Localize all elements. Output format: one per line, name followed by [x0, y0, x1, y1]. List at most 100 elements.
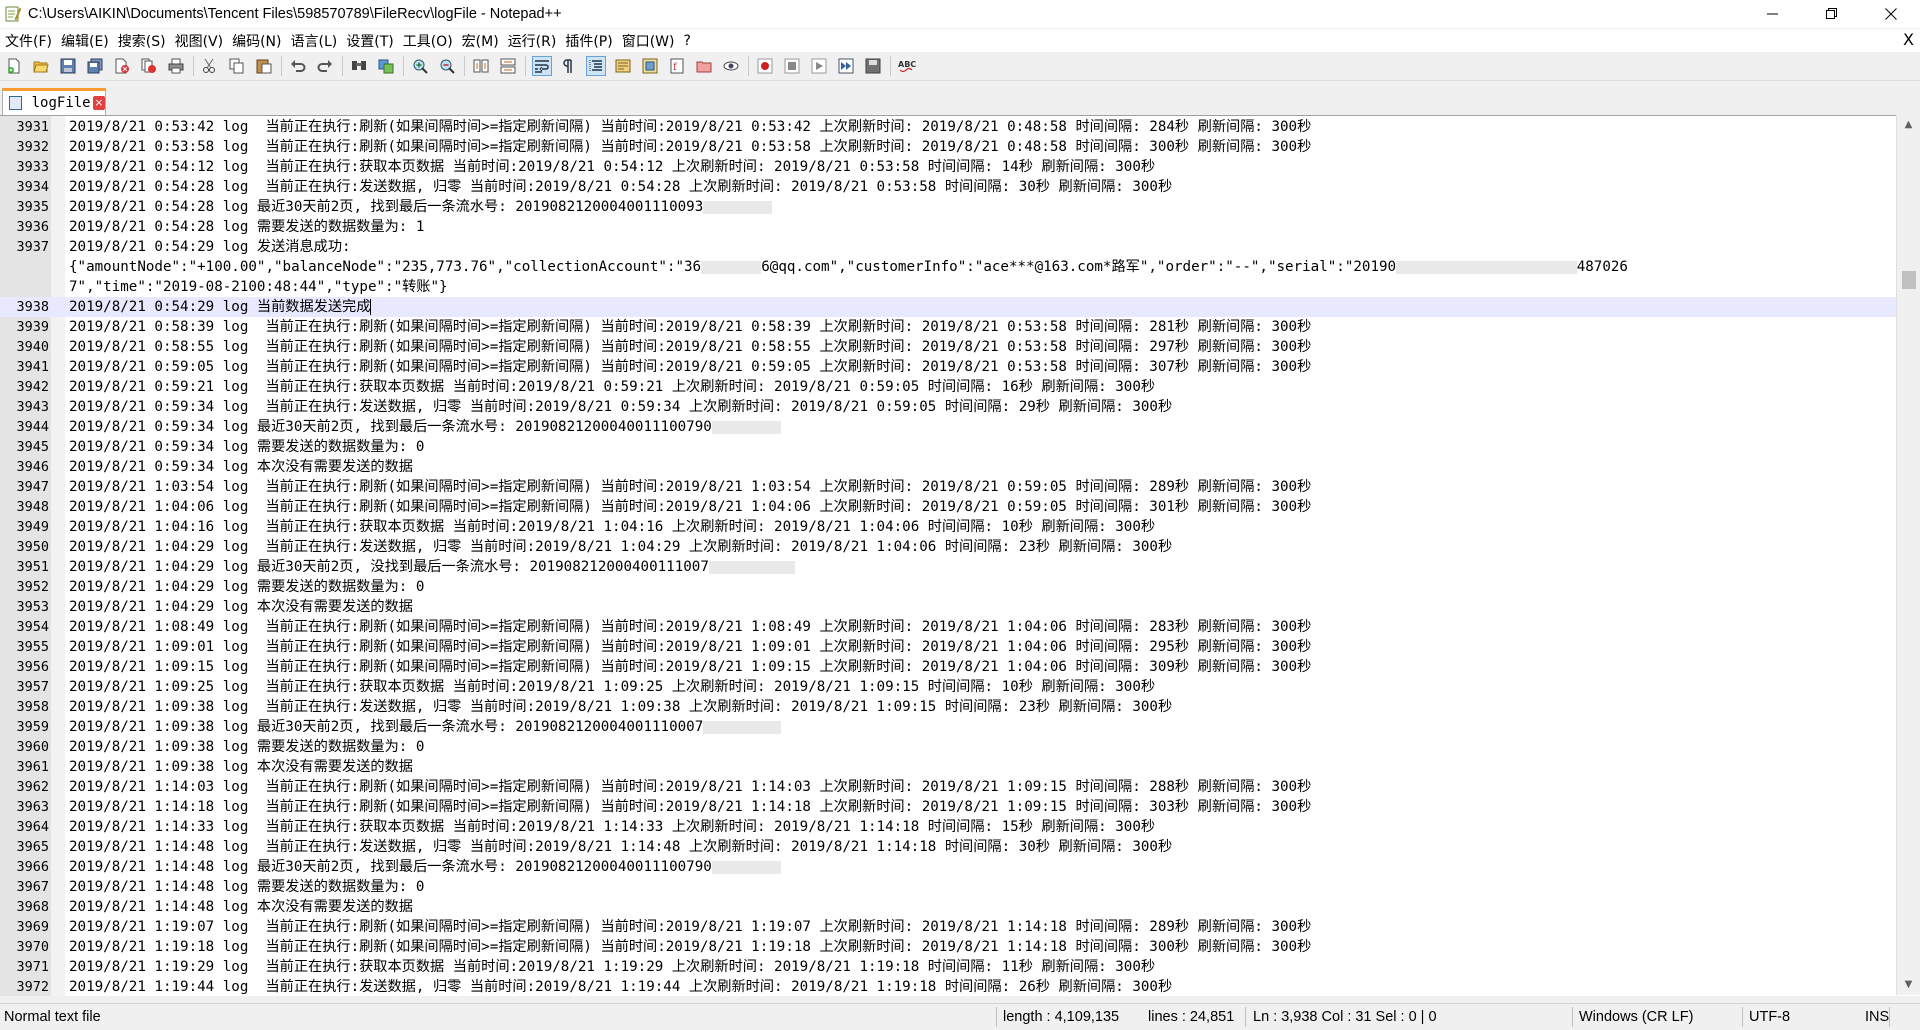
editor-line[interactable]: 3951 2019/8/21 1:04:29 log 最近30天前2页, 没找到最…	[0, 557, 1896, 577]
print-icon[interactable]	[166, 56, 186, 76]
status-insert-mode[interactable]: INS	[1865, 1004, 1889, 1030]
editor-line[interactable]: 3972 2019/8/21 1:19:44 log 当前正在执行:发送数据, 归…	[0, 977, 1896, 996]
editor-line[interactable]: 3968 2019/8/21 1:14:48 log 本次没有需要发送的数据	[0, 897, 1896, 917]
menu-tools[interactable]: 工具(O)	[398, 31, 457, 51]
editor-line[interactable]: 3933 2019/8/21 0:54:12 log 当前正在执行:获取本页数据 …	[0, 157, 1896, 177]
editor-line[interactable]: 3961 2019/8/21 1:09:38 log 本次没有需要发送的数据	[0, 757, 1896, 777]
indent-guide-icon[interactable]	[586, 56, 606, 76]
find-icon[interactable]	[349, 56, 369, 76]
editor-line[interactable]: 3945 2019/8/21 0:59:34 log 需要发送的数据数量为: 0	[0, 437, 1896, 457]
redo-icon[interactable]	[315, 56, 335, 76]
save-all-icon[interactable]	[85, 56, 105, 76]
sync-vertical-icon[interactable]	[471, 56, 491, 76]
tab-close-icon[interactable]: ×	[92, 96, 105, 110]
save-macro-icon[interactable]	[863, 56, 883, 76]
editor-line[interactable]: 3960 2019/8/21 1:09:38 log 需要发送的数据数量为: 0	[0, 737, 1896, 757]
close-document-button[interactable]: X	[1903, 30, 1914, 49]
word-wrap-icon[interactable]	[532, 56, 552, 76]
undo-icon[interactable]	[288, 56, 308, 76]
editor-line[interactable]: 3967 2019/8/21 1:14:48 log 需要发送的数据数量为: 0	[0, 877, 1896, 897]
stop-macro-icon[interactable]	[782, 56, 802, 76]
editor-line[interactable]: 3948 2019/8/21 1:04:06 log 当前正在执行:刷新(如果间隔…	[0, 497, 1896, 517]
editor-line[interactable]: {"amountNode":"+100.00","balanceNode":"2…	[0, 257, 1896, 277]
folder-as-workspace-icon[interactable]	[694, 56, 714, 76]
editor-line[interactable]: 3941 2019/8/21 0:59:05 log 当前正在执行:刷新(如果间隔…	[0, 357, 1896, 377]
editor-line[interactable]: 3962 2019/8/21 1:14:03 log 当前正在执行:刷新(如果间隔…	[0, 777, 1896, 797]
editor-line[interactable]: 3957 2019/8/21 1:09:25 log 当前正在执行:获取本页数据 …	[0, 677, 1896, 697]
editor-line[interactable]: 3944 2019/8/21 0:59:34 log 最近30天前2页, 找到最后…	[0, 417, 1896, 437]
zoom-out-icon[interactable]	[437, 56, 457, 76]
close-all-icon[interactable]	[139, 56, 159, 76]
new-file-icon[interactable]	[4, 56, 24, 76]
save-icon[interactable]	[58, 56, 78, 76]
editor-line[interactable]: 3952 2019/8/21 1:04:29 log 需要发送的数据数量为: 0	[0, 577, 1896, 597]
editor-line[interactable]: 3969 2019/8/21 1:19:07 log 当前正在执行:刷新(如果间隔…	[0, 917, 1896, 937]
menu-language[interactable]: 语言(L)	[286, 31, 342, 51]
editor-line[interactable]: 3947 2019/8/21 1:03:54 log 当前正在执行:刷新(如果间隔…	[0, 477, 1896, 497]
editor-line[interactable]: 3953 2019/8/21 1:04:29 log 本次没有需要发送的数据	[0, 597, 1896, 617]
scroll-down-arrow-icon[interactable]: ▼	[1897, 975, 1920, 995]
editor-line[interactable]: 3938 2019/8/21 0:54:29 log 当前数据发送完成	[0, 297, 1896, 317]
editor-line[interactable]: 3937 2019/8/21 0:54:29 log 发送消息成功:	[0, 237, 1896, 257]
play-macro-icon[interactable]	[809, 56, 829, 76]
paste-icon[interactable]	[254, 56, 274, 76]
editor-line[interactable]: 3958 2019/8/21 1:09:38 log 当前正在执行:发送数据, 归…	[0, 697, 1896, 717]
editor-line[interactable]: 3939 2019/8/21 0:58:39 log 当前正在执行:刷新(如果间隔…	[0, 317, 1896, 337]
editor-line[interactable]: 3954 2019/8/21 1:08:49 log 当前正在执行:刷新(如果间隔…	[0, 617, 1896, 637]
editor-line[interactable]: 3964 2019/8/21 1:14:33 log 当前正在执行:获取本页数据 …	[0, 817, 1896, 837]
close-window-button[interactable]	[1861, 0, 1920, 28]
copy-icon[interactable]	[227, 56, 247, 76]
monitoring-eye-icon[interactable]	[721, 56, 741, 76]
editor-line[interactable]: 3932 2019/8/21 0:53:58 log 当前正在执行:刷新(如果间隔…	[0, 137, 1896, 157]
menu-settings[interactable]: 设置(T)	[341, 31, 397, 51]
menu-encoding[interactable]: 编码(N)	[227, 31, 285, 51]
minimize-button[interactable]	[1743, 0, 1802, 28]
menu-run[interactable]: 运行(R)	[503, 31, 561, 51]
menu-edit[interactable]: 编辑(E)	[56, 31, 113, 51]
editor-line[interactable]: 3956 2019/8/21 1:09:15 log 当前正在执行:刷新(如果间隔…	[0, 657, 1896, 677]
status-eol[interactable]: Windows (CR LF)	[1579, 1004, 1693, 1030]
menu-macro[interactable]: 宏(M)	[457, 31, 503, 51]
editor-line[interactable]: 3955 2019/8/21 1:09:01 log 当前正在执行:刷新(如果间隔…	[0, 637, 1896, 657]
tab-logfile[interactable]: logFile ×	[2, 88, 106, 115]
open-file-icon[interactable]	[31, 56, 51, 76]
user-defined-language-icon[interactable]	[613, 56, 633, 76]
editor-line[interactable]: 3935 2019/8/21 0:54:28 log 最近30天前2页, 找到最后…	[0, 197, 1896, 217]
run-macro-multiple-icon[interactable]	[836, 56, 856, 76]
scroll-thumb[interactable]	[1902, 271, 1916, 289]
editor-line[interactable]: 7","time":"2019-08-2100:48:44","type":"转…	[0, 277, 1896, 297]
menu-file[interactable]: 文件(F)	[0, 31, 56, 51]
restore-button[interactable]	[1802, 0, 1861, 28]
menu-plugins[interactable]: 插件(P)	[560, 31, 616, 51]
editor-line[interactable]: 3940 2019/8/21 0:58:55 log 当前正在执行:刷新(如果间隔…	[0, 337, 1896, 357]
editor-line[interactable]: 3943 2019/8/21 0:59:34 log 当前正在执行:发送数据, 归…	[0, 397, 1896, 417]
spell-check-icon[interactable]: ABC	[897, 56, 917, 76]
editor-line[interactable]: 3949 2019/8/21 1:04:16 log 当前正在执行:获取本页数据 …	[0, 517, 1896, 537]
text-editor[interactable]: 3931 2019/8/21 0:53:42 log 当前正在执行:刷新(如果间隔…	[0, 115, 1920, 996]
editor-line[interactable]: 3963 2019/8/21 1:14:18 log 当前正在执行:刷新(如果间隔…	[0, 797, 1896, 817]
cut-icon[interactable]	[200, 56, 220, 76]
sync-horizontal-icon[interactable]	[498, 56, 518, 76]
zoom-in-icon[interactable]	[410, 56, 430, 76]
show-all-characters-icon[interactable]	[559, 56, 579, 76]
editor-line[interactable]: 3942 2019/8/21 0:59:21 log 当前正在执行:获取本页数据 …	[0, 377, 1896, 397]
menu-search[interactable]: 搜索(S)	[113, 31, 170, 51]
status-encoding[interactable]: UTF-8	[1749, 1004, 1790, 1030]
editor-line[interactable]: 3959 2019/8/21 1:09:38 log 最近30天前2页, 找到最后…	[0, 717, 1896, 737]
menu-help[interactable]: ?	[679, 33, 695, 49]
editor-line[interactable]: 3965 2019/8/21 1:14:48 log 当前正在执行:发送数据, 归…	[0, 837, 1896, 857]
document-map-icon[interactable]	[640, 56, 660, 76]
vertical-scrollbar[interactable]: ▲ ▼	[1896, 115, 1920, 995]
editor-line[interactable]: 3966 2019/8/21 1:14:48 log 最近30天前2页, 找到最后…	[0, 857, 1896, 877]
close-file-icon[interactable]	[112, 56, 132, 76]
editor-line[interactable]: 3934 2019/8/21 0:54:28 log 当前正在执行:发送数据, 归…	[0, 177, 1896, 197]
function-list-icon[interactable]: f	[667, 56, 687, 76]
editor-line[interactable]: 3936 2019/8/21 0:54:28 log 需要发送的数据数量为: 1	[0, 217, 1896, 237]
editor-line[interactable]: 3931 2019/8/21 0:53:42 log 当前正在执行:刷新(如果间隔…	[0, 117, 1896, 137]
record-macro-icon[interactable]	[755, 56, 775, 76]
scroll-up-arrow-icon[interactable]: ▲	[1897, 115, 1920, 135]
editor-line[interactable]: 3971 2019/8/21 1:19:29 log 当前正在执行:获取本页数据 …	[0, 957, 1896, 977]
editor-line[interactable]: 3970 2019/8/21 1:19:18 log 当前正在执行:刷新(如果间隔…	[0, 937, 1896, 957]
replace-icon[interactable]	[376, 56, 396, 76]
editor-line[interactable]: 3950 2019/8/21 1:04:29 log 当前正在执行:发送数据, 归…	[0, 537, 1896, 557]
